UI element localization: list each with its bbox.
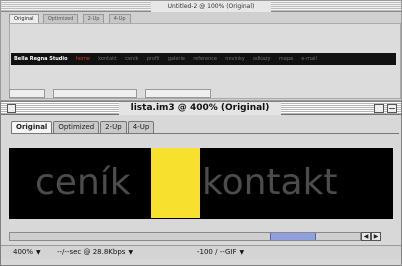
scroll-left-arrow-icon[interactable]: ◀ (361, 232, 371, 241)
background-color-field[interactable] (145, 89, 212, 98)
document-window-titlebar[interactable]: lista.im3 @ 400% (Original) (1, 102, 401, 115)
background-tab-strip: Original Optimized 2-Up 4-Up (9, 14, 401, 23)
background-tab-2up[interactable]: 2-Up (82, 14, 105, 23)
background-window: Untitled-2 @ 100% (Original) Original Op… (0, 0, 402, 101)
image-canvas[interactable]: ceník kontakt (9, 148, 393, 219)
zoom-box-icon[interactable] (374, 104, 384, 113)
background-navigation-strip: Bella Regna Studio home kontakt ceník pr… (11, 53, 396, 65)
background-tab-4up[interactable]: 4-Up (108, 14, 131, 23)
status-bar: 400% ▼ --/--sec @ 28.8Kbps ▼ -100 / --GIF ▼ (1, 245, 401, 259)
canvas-text-cenik: ceník (35, 162, 131, 203)
strip-brand-label: Bella Regna Studio (14, 56, 68, 62)
collapse-box-icon[interactable] (387, 104, 397, 113)
strip-item-email: e-mail (301, 56, 317, 62)
tab-2up[interactable]: 2-Up (100, 121, 127, 133)
strip-item-odkazy: odkazy (252, 56, 271, 62)
chevron-down-icon: ▼ (239, 249, 245, 256)
horizontal-scrollbar[interactable] (9, 232, 361, 241)
background-download-field[interactable] (53, 89, 138, 98)
strip-item-kontakt: kontakt (98, 56, 118, 62)
strip-item-reference: reference (193, 56, 218, 62)
background-tab-original[interactable]: Original (9, 14, 39, 23)
document-window-title: lista.im3 @ 400% (Original) (119, 102, 281, 115)
tab-optimized[interactable]: Optimized (53, 121, 100, 133)
scroll-right-arrow-icon[interactable]: ▶ (371, 232, 381, 241)
strip-item-cenik: ceník (125, 56, 139, 62)
background-zoom-field[interactable] (9, 89, 45, 98)
strip-item-novinky: novinky (225, 56, 245, 62)
zoom-level-dropdown[interactable]: 400% ▼ (13, 248, 43, 257)
tab-original[interactable]: Original (11, 121, 53, 133)
color-info-value: -100 / --GIF (197, 248, 237, 256)
selection-highlight-block (151, 148, 200, 218)
color-info-dropdown[interactable]: -100 / --GIF ▼ (197, 248, 295, 257)
background-tab-optimized[interactable]: Optimized (42, 14, 79, 23)
document-window: lista.im3 @ 400% (Original) Original Opti… (0, 101, 402, 266)
chevron-down-icon: ▼ (128, 249, 134, 256)
scrollbar-thumb[interactable] (270, 233, 316, 240)
download-time-value: --/--sec @ 28.8Kbps (57, 248, 126, 256)
background-window-title: Untitled-2 @ 100% (Original) (151, 1, 271, 12)
strip-item-mapa: mapa (278, 56, 294, 62)
background-window-titlebar[interactable]: Untitled-2 @ 100% (Original) (1, 1, 401, 12)
canvas-text-kontakt: kontakt (202, 162, 338, 203)
background-status-bar (9, 89, 401, 98)
chevron-down-icon: ▼ (36, 249, 41, 256)
close-box-icon[interactable] (7, 104, 16, 113)
strip-item-home: home (75, 56, 90, 62)
strip-item-galerie: galerie (167, 56, 185, 62)
zoom-level-value: 400% (13, 248, 34, 256)
tab-divider (11, 133, 399, 134)
strip-item-profil: profil (146, 56, 160, 62)
tab-4up[interactable]: 4-Up (127, 121, 155, 133)
download-time-dropdown[interactable]: --/--sec @ 28.8Kbps ▼ (57, 248, 177, 257)
